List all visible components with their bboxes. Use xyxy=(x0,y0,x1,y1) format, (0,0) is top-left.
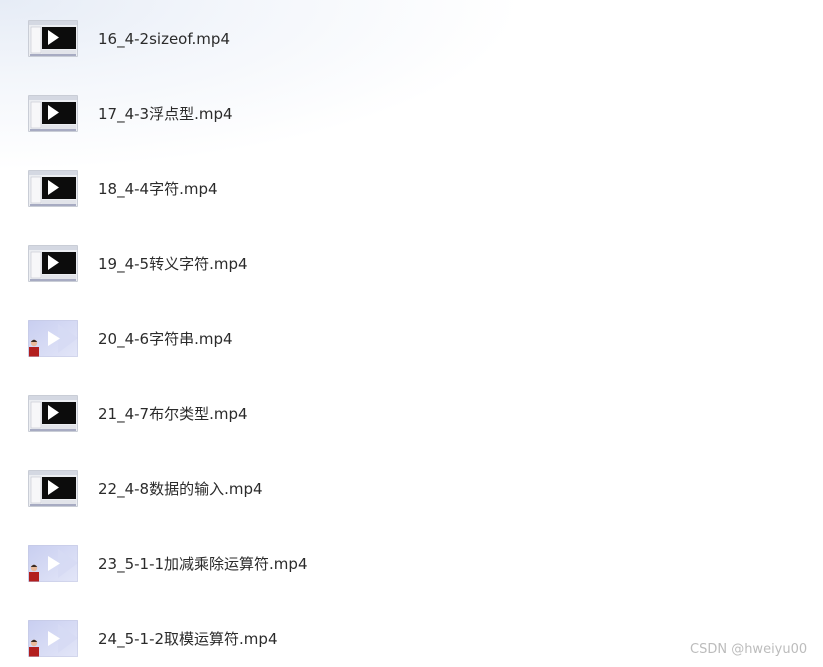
video-thumbnail-icon xyxy=(28,170,78,207)
file-name: 22_4-8数据的输入.mp4 xyxy=(98,480,263,498)
file-row[interactable]: 21_4-7布尔类型.mp4 xyxy=(0,384,600,444)
video-thumbnail-icon xyxy=(28,245,78,282)
file-row[interactable]: 24_5-1-2取模运算符.mp4 xyxy=(0,609,600,667)
file-name: 16_4-2sizeof.mp4 xyxy=(98,30,230,48)
video-thumbnail-icon xyxy=(28,20,78,57)
video-thumbnail-icon xyxy=(28,545,78,582)
file-row[interactable]: 20_4-6字符串.mp4 xyxy=(0,309,600,369)
video-thumbnail-icon xyxy=(28,395,78,432)
video-thumbnail-icon xyxy=(28,470,78,507)
file-row[interactable]: 17_4-3浮点型.mp4 xyxy=(0,84,600,144)
file-browser-page: 16_4-2sizeof.mp4 17_4-3浮点型.mp4 18_4-4字符.mp… xyxy=(0,0,823,667)
file-row[interactable]: 23_5-1-1加减乘除运算符.mp4 xyxy=(0,534,600,594)
video-thumbnail-icon xyxy=(28,95,78,132)
csdn-watermark: CSDN @hweiyu00 xyxy=(690,642,808,657)
file-name: 23_5-1-1加减乘除运算符.mp4 xyxy=(98,555,308,573)
file-row[interactable]: 19_4-5转义字符.mp4 xyxy=(0,234,600,294)
file-name: 21_4-7布尔类型.mp4 xyxy=(98,405,248,423)
file-name: 19_4-5转义字符.mp4 xyxy=(98,255,248,273)
file-name: 24_5-1-2取模运算符.mp4 xyxy=(98,630,278,648)
file-name: 17_4-3浮点型.mp4 xyxy=(98,105,233,123)
file-row[interactable]: 22_4-8数据的输入.mp4 xyxy=(0,459,600,519)
video-thumbnail-icon xyxy=(28,620,78,657)
file-row[interactable]: 16_4-2sizeof.mp4 xyxy=(0,9,600,69)
video-thumbnail-icon xyxy=(28,320,78,357)
file-name: 20_4-6字符串.mp4 xyxy=(98,330,233,348)
file-row[interactable]: 18_4-4字符.mp4 xyxy=(0,159,600,219)
video-file-list: 16_4-2sizeof.mp4 17_4-3浮点型.mp4 18_4-4字符.mp… xyxy=(0,0,823,667)
file-name: 18_4-4字符.mp4 xyxy=(98,180,218,198)
